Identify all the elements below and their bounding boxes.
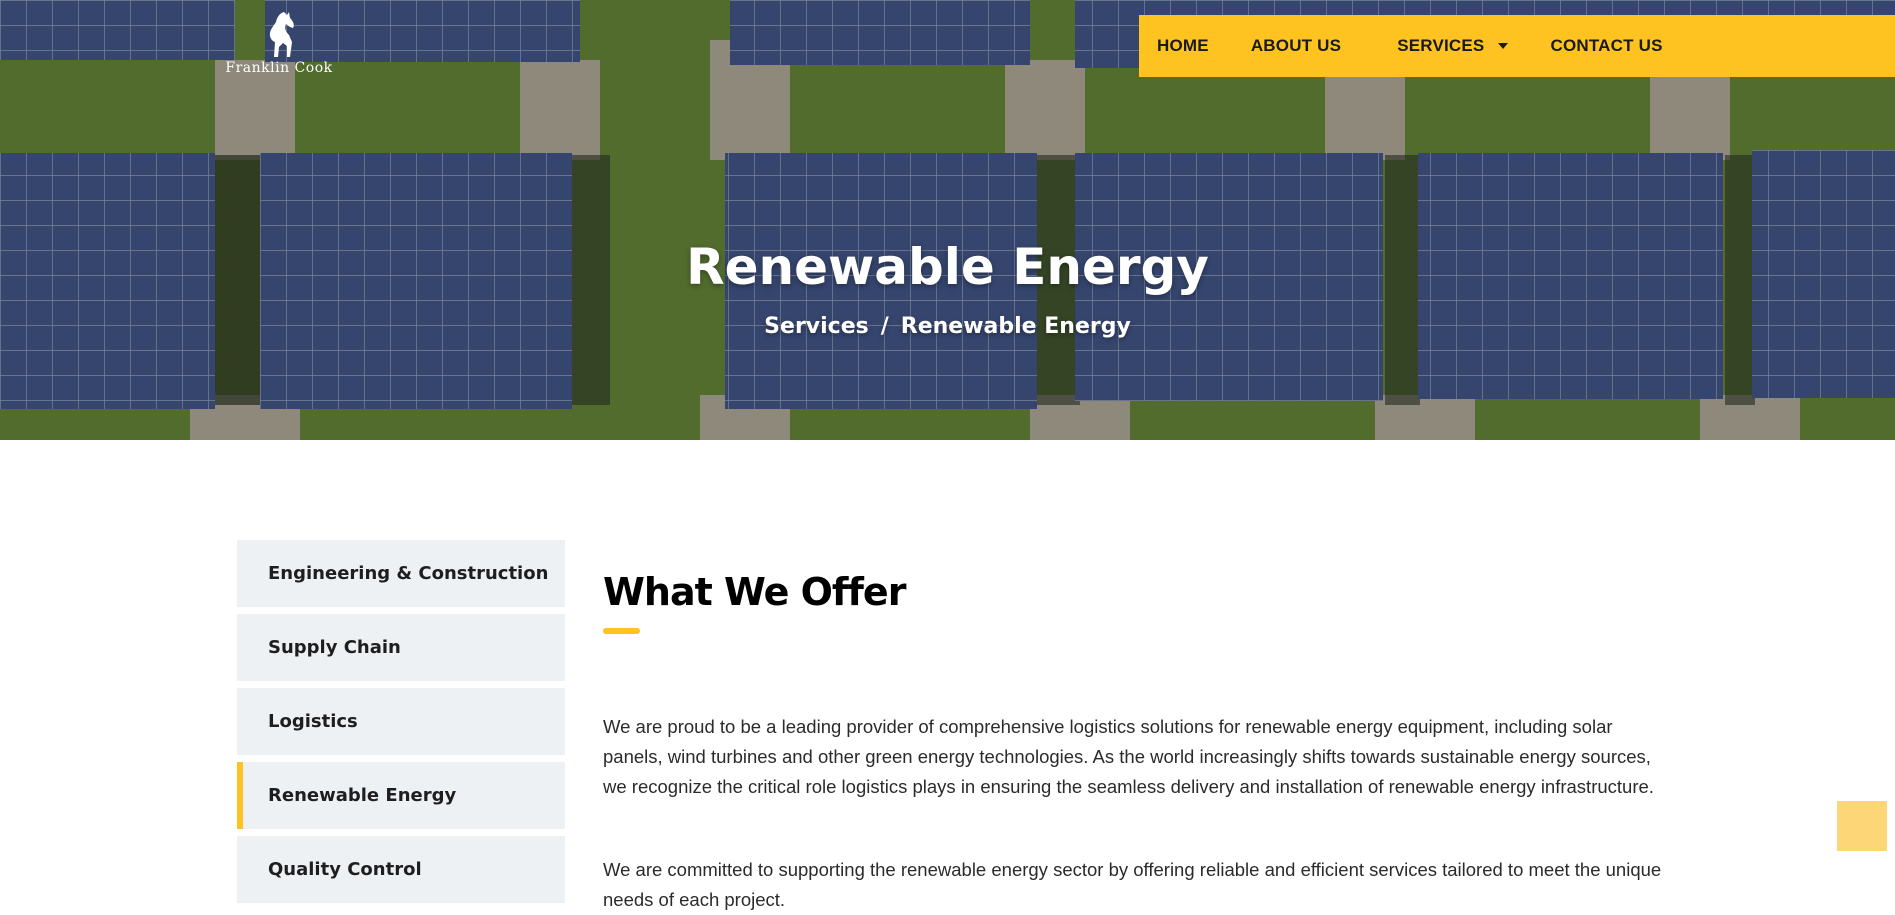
scroll-top-icon[interactable] bbox=[1837, 801, 1887, 851]
sidebar-item-quality-control[interactable]: Quality Control bbox=[237, 836, 565, 903]
page-title: Renewable Energy bbox=[686, 238, 1209, 296]
sidebar-item-renewable-energy[interactable]: Renewable Energy bbox=[237, 762, 565, 829]
sidebar-item-engineering-construction[interactable]: Engineering & Construction bbox=[237, 540, 565, 607]
nav-services-label: SERVICES bbox=[1397, 36, 1485, 55]
breadcrumb-current: Renewable Energy bbox=[900, 314, 1131, 339]
caret-down-icon bbox=[1498, 43, 1509, 49]
section-heading: What We Offer bbox=[603, 570, 906, 614]
hero-banner: Franklin Cook HOME ABOUT US SERVICES CON… bbox=[0, 0, 1895, 440]
sidebar-item-supply-chain[interactable]: Supply Chain bbox=[237, 614, 565, 681]
heading-underline bbox=[603, 628, 640, 634]
main-content: What We Offer We are proud to be a leadi… bbox=[603, 570, 1663, 910]
logo-text: Franklin Cook bbox=[225, 60, 333, 76]
commitment-paragraph: We are committed to supporting the renew… bbox=[603, 859, 1662, 910]
main-nav: HOME ABOUT US SERVICES CONTACT US bbox=[1139, 15, 1895, 77]
nav-contact-us[interactable]: CONTACT US bbox=[1550, 36, 1662, 56]
nav-services[interactable]: SERVICES bbox=[1397, 36, 1509, 56]
intro-paragraph: We are proud to be a leading provider of… bbox=[603, 716, 1654, 797]
brand-logo[interactable]: Franklin Cook bbox=[214, 10, 344, 82]
horse-icon bbox=[269, 12, 294, 57]
breadcrumb: Services / Renewable Energy bbox=[0, 314, 1895, 339]
breadcrumb-services-link[interactable]: Services bbox=[764, 314, 869, 339]
services-sidebar: Engineering & Construction Supply Chain … bbox=[237, 540, 565, 910]
nav-about-us[interactable]: ABOUT US bbox=[1251, 36, 1341, 56]
sidebar-item-logistics[interactable]: Logistics bbox=[237, 688, 565, 755]
breadcrumb-separator: / bbox=[880, 314, 889, 339]
nav-home[interactable]: HOME bbox=[1157, 36, 1209, 56]
